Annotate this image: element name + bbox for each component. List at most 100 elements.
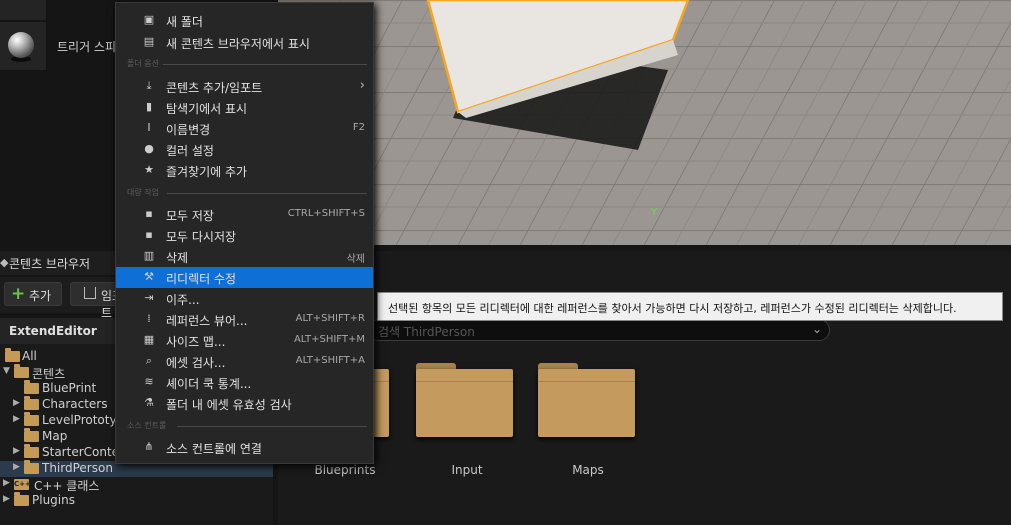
menu-item-shortcut: ALT+SHIFT+M	[293, 334, 365, 345]
menu-item-add-import[interactable]: ⤓ 콘텐츠 추가/임포트 ›	[116, 76, 373, 97]
menu-item-audit-assets[interactable]: ⌕ 에셋 검사... ALT+SHIFT+A	[116, 351, 373, 372]
trash-icon: ▥	[143, 249, 155, 262]
level-viewport[interactable]: Y	[278, 0, 1011, 245]
folder-divider	[416, 381, 513, 382]
resave-icon: ▪	[145, 228, 153, 241]
menu-item-validate-assets[interactable]: ⚗ 폴더 내 에셋 유효성 검사	[116, 393, 373, 414]
menu-item-label: 이주...	[166, 293, 200, 307]
tooltip-text: 선택된 항목의 모든 리디렉터에 대한 레퍼런스를 찾아서 가능하면 다시 저장…	[388, 302, 957, 315]
plus-icon: +	[11, 284, 26, 304]
menu-item-label: 셰이더 쿡 통계...	[166, 377, 252, 391]
folder-tile-maps[interactable]	[538, 363, 638, 439]
add-button[interactable]: + 추가	[4, 282, 62, 306]
tree-item-label: Characters	[42, 397, 108, 411]
menu-item-new-folder[interactable]: ▣ 새 폴더	[116, 10, 373, 31]
menu-item-add-favorite[interactable]: ★ 즐겨찾기에 추가	[116, 160, 373, 181]
editor-root: 트리거 스피어 Y ◆ 콘텐츠 브라우저 + 추가 임포트 ExtendEdit…	[0, 0, 1011, 525]
rename-icon: Ⅰ	[147, 121, 151, 134]
save-icon: ▪	[145, 207, 153, 220]
expand-arrow-icon[interactable]: ▶	[3, 494, 13, 504]
menu-item-show-in-new-browser[interactable]: ▤ 새 콘텐츠 브라우저에서 표시	[116, 32, 373, 53]
wrench-icon: ⚒	[144, 270, 154, 283]
folder-label: Blueprints	[314, 463, 376, 477]
section-folder-options: 폴더 옵션	[127, 58, 367, 70]
search-placeholder: 검색 ThirdPerson	[378, 325, 475, 339]
menu-item-migrate[interactable]: ⇥ 이주...	[116, 288, 373, 309]
section-bulk-operations: 대량 작업	[127, 187, 367, 199]
add-button-label: 추가	[29, 289, 52, 303]
expand-arrow-icon[interactable]: ▶	[3, 478, 13, 488]
section-source-control: 소스 컨트롤	[127, 420, 367, 432]
expand-arrow-icon[interactable]: ▶	[13, 446, 23, 456]
section-label: 폴더 옵션	[127, 59, 159, 68]
menu-item-label: 소스 컨트롤에 연결	[166, 442, 262, 456]
menu-item-label: 폴더 내 에셋 유효성 검사	[166, 398, 292, 412]
sizemap-icon: ▦	[143, 333, 155, 346]
section-label: 소스 컨트롤	[127, 421, 167, 430]
menu-item-shader-cook-stats[interactable]: ≋ 셰이더 쿡 통계...	[116, 372, 373, 393]
expand-arrow-icon[interactable]: ▶	[13, 462, 23, 472]
menu-item-fix-redirectors[interactable]: ⚒ 리디렉터 수정	[116, 267, 373, 288]
folder-label: Maps	[572, 463, 604, 477]
folder-icon	[24, 412, 39, 426]
color-icon: ●	[144, 142, 154, 155]
menu-item-rename[interactable]: Ⅰ 이름변경 F2	[116, 118, 373, 139]
folder-icon	[24, 444, 39, 458]
chevron-down-icon[interactable]: ⌄	[812, 322, 822, 336]
menu-item-label: 콘텐츠 추가/임포트	[166, 81, 263, 95]
menu-item-size-map[interactable]: ▦ 사이즈 맵... ALT+SHIFT+M	[116, 330, 373, 351]
expand-arrow-icon[interactable]: ▼	[3, 366, 13, 376]
shader-icon: ≋	[144, 375, 154, 388]
menu-item-label: 즐겨찾기에 추가	[166, 165, 248, 179]
menu-item-label: 이름변경	[166, 123, 211, 137]
expand-arrow-icon[interactable]: ▶	[13, 414, 23, 424]
folder-icon	[24, 460, 39, 474]
menu-item-delete[interactable]: ▥ 삭제 삭제	[116, 246, 373, 267]
content-browser-tab-label: 콘텐츠 브라우저	[9, 257, 91, 271]
import-icon: ⤓	[146, 79, 152, 92]
new-folder-icon: ▣	[143, 13, 155, 26]
folder-icon	[538, 369, 635, 437]
actor-thumbnail	[0, 22, 46, 70]
section-divider	[167, 193, 367, 194]
section-label: 대량 작업	[127, 188, 159, 197]
folder-tile-input[interactable]	[416, 363, 516, 439]
tree-item-label: Map	[42, 429, 68, 443]
browse-icon: ▤	[143, 35, 155, 48]
context-menu: ▣ 새 폴더 ▤ 새 콘텐츠 브라우저에서 표시 폴더 옵션 ⤓ 콘텐츠 추가/…	[115, 2, 374, 464]
menu-item-shortcut: ALT+SHIFT+A	[295, 355, 365, 366]
menu-item-save-all[interactable]: ▪ 모두 저장 CTRL+SHIFT+S	[116, 204, 373, 225]
tree-item-plugins[interactable]: ▶ Plugins	[0, 492, 273, 509]
folder-icon	[24, 380, 39, 394]
tree-item-label: Plugins	[32, 493, 75, 507]
tree-item-label: 콘텐츠	[32, 367, 66, 381]
expand-arrow-icon[interactable]: ▶	[13, 398, 23, 408]
tree-item-cpp-classes[interactable]: ▶ C++ C++ 클래스	[0, 477, 273, 493]
menu-item-set-color[interactable]: ● 컬러 설정	[116, 139, 373, 160]
tree-header-label: ExtendEditor	[9, 324, 97, 338]
section-divider	[177, 426, 367, 427]
menu-item-shortcut: F2	[352, 122, 365, 133]
content-browser-tab-icon: ◆	[0, 256, 9, 269]
menu-item-label: 레퍼런스 뷰어...	[166, 314, 248, 328]
tree-item-label: BluePrint	[42, 381, 97, 395]
audit-icon: ⌕	[145, 354, 153, 367]
menu-item-label: 새 콘텐츠 브라우저에서 표시	[166, 37, 310, 51]
menu-item-label: 컬러 설정	[166, 144, 214, 158]
viewport-scene	[278, 0, 1011, 245]
folder-label: Input	[451, 463, 483, 477]
menu-item-shortcut: 삭제	[346, 254, 365, 265]
axis-y-label: Y	[651, 207, 658, 218]
menu-item-resave-all[interactable]: ▪ 모두 다시저장	[116, 225, 373, 246]
menu-item-label: 새 폴더	[166, 15, 203, 29]
menu-item-show-in-explorer[interactable]: ▮ 탐색기에서 표시	[116, 97, 373, 118]
explorer-icon: ▮	[145, 100, 153, 113]
search-input[interactable]: 검색 ThirdPerson ⌄	[368, 319, 830, 341]
menu-item-connect-source-control[interactable]: ⋔ 소스 컨트롤에 연결	[116, 437, 373, 458]
menu-item-reference-viewer[interactable]: ⁞ 레퍼런스 뷰어... ALT+SHIFT+R	[116, 309, 373, 330]
folder-divider	[538, 381, 635, 382]
tree-item-label: ThirdPerson	[42, 461, 113, 475]
folder-icon	[416, 369, 513, 437]
menu-item-label: 리디렉터 수정	[166, 272, 237, 286]
tree-item-label: C++ 클래스	[34, 479, 100, 493]
